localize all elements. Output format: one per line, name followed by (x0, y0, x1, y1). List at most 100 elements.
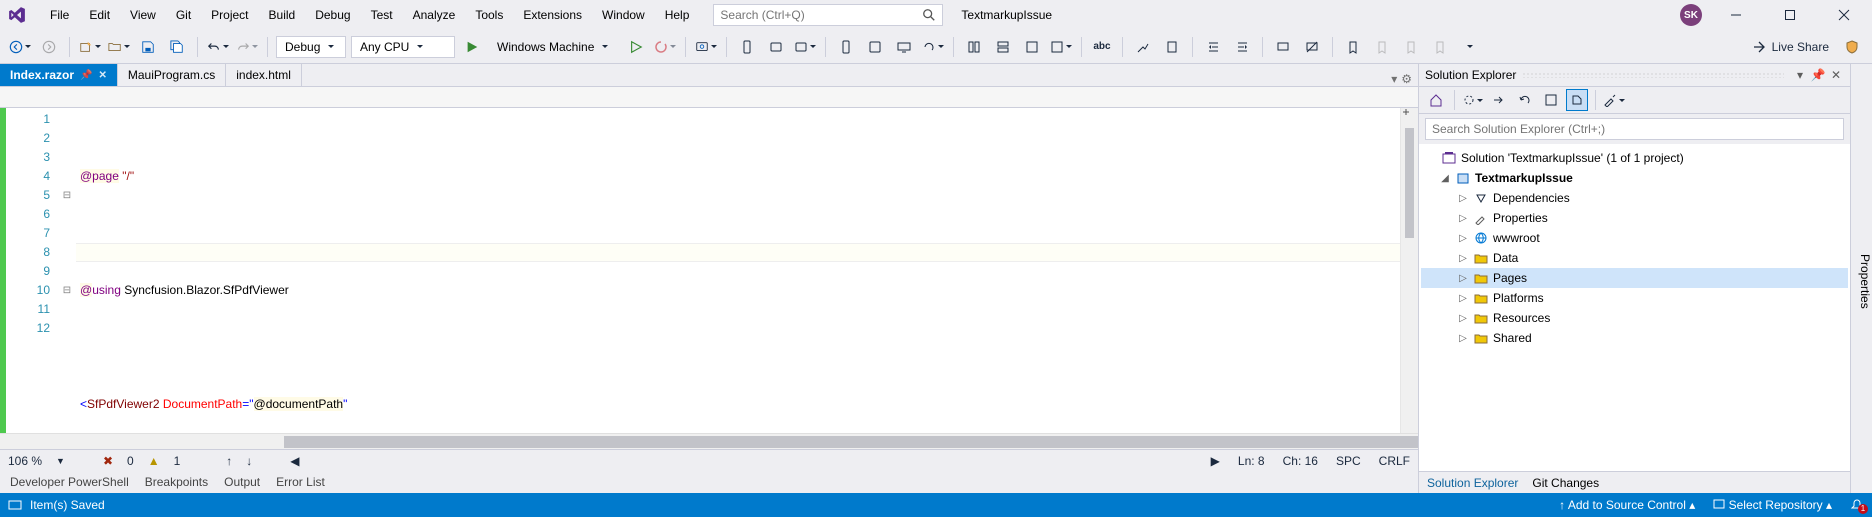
eol-indicator[interactable]: CRLF (1379, 454, 1410, 468)
tab-output[interactable]: Output (224, 475, 260, 489)
editor-nav-bar[interactable] (0, 86, 1418, 108)
search-box[interactable] (713, 4, 943, 26)
menu-project[interactable]: Project (201, 3, 258, 27)
comment-icon[interactable] (1271, 35, 1295, 59)
tablet-icon[interactable] (863, 35, 887, 59)
browser-link-button[interactable] (694, 35, 718, 59)
close-button[interactable] (1824, 1, 1864, 29)
tab-mauiprogram[interactable]: MauiProgram.cs (118, 64, 226, 86)
menu-extensions[interactable]: Extensions (513, 3, 592, 27)
config-combo[interactable]: Debug (276, 36, 346, 58)
horizontal-scrollbar[interactable] (0, 433, 1418, 449)
node-properties[interactable]: ▷Properties (1421, 208, 1848, 228)
solution-search[interactable] (1419, 114, 1850, 144)
panel-grip[interactable] (1522, 72, 1784, 78)
toolbar-overflow-icon[interactable] (1457, 35, 1481, 59)
phone-icon[interactable] (834, 35, 858, 59)
undo-button[interactable] (206, 35, 230, 59)
menu-debug[interactable]: Debug (305, 3, 360, 27)
maximize-button[interactable] (1770, 1, 1810, 29)
menu-edit[interactable]: Edit (79, 3, 120, 27)
start-debug-button[interactable] (460, 35, 484, 59)
bookmark-icon[interactable] (1341, 35, 1365, 59)
panel-pin-icon[interactable]: 📌 (1810, 68, 1826, 82)
tab-index-razor[interactable]: Index.razor📌✕ (0, 64, 118, 86)
menu-build[interactable]: Build (259, 3, 306, 27)
node-wwwroot[interactable]: ▷wwwroot (1421, 228, 1848, 248)
properties-icon[interactable] (1603, 89, 1625, 111)
debug-target-combo[interactable]: Windows Machine (489, 36, 619, 58)
nav-forward-button[interactable] (37, 35, 61, 59)
overview-ruler[interactable] (1400, 108, 1418, 433)
menu-help[interactable]: Help (655, 3, 700, 27)
save-button[interactable] (136, 35, 160, 59)
menu-file[interactable]: File (40, 3, 79, 27)
nav-down-icon[interactable]: ↓ (246, 454, 252, 468)
source-control-button[interactable]: ↑ Add to Source Control ▴ (1559, 498, 1695, 512)
panel-close-icon[interactable]: ✕ (1828, 68, 1844, 82)
switch-view-icon[interactable] (1462, 89, 1484, 111)
tab-dropdown-icon[interactable]: ▾ (1391, 72, 1397, 86)
col-indicator[interactable]: Ch: 16 (1283, 454, 1318, 468)
menu-analyze[interactable]: Analyze (403, 3, 466, 27)
device-emulator-2[interactable] (764, 35, 788, 59)
device-emulator-1[interactable] (735, 35, 759, 59)
tab-powershell[interactable]: Developer PowerShell (10, 475, 129, 489)
sync-icon[interactable] (1488, 89, 1510, 111)
bookmark-prev-icon[interactable] (1370, 35, 1394, 59)
bookmark-next-icon[interactable] (1399, 35, 1423, 59)
panel-dropdown-icon[interactable]: ▾ (1792, 68, 1808, 82)
tab-settings-icon[interactable]: ⚙ (1401, 72, 1412, 86)
menu-tools[interactable]: Tools (465, 3, 513, 27)
project-node[interactable]: ◢TextmarkupIssue (1421, 168, 1848, 188)
pin-icon[interactable]: 📌 (80, 70, 92, 81)
open-file-button[interactable] (107, 35, 131, 59)
code-editor[interactable]: 123456789101112 ⊟⊟ @page "/" @using Sync… (0, 108, 1418, 433)
menu-git[interactable]: Git (166, 3, 201, 27)
find-in-files-icon[interactable] (1131, 35, 1155, 59)
rotate-icon[interactable] (921, 35, 945, 59)
home-icon[interactable] (1425, 89, 1447, 111)
solution-search-input[interactable] (1425, 118, 1844, 140)
node-pages[interactable]: ▷Pages (1421, 268, 1848, 288)
search-input[interactable] (720, 8, 922, 22)
hot-reload-button[interactable] (653, 35, 677, 59)
outlining-margin[interactable]: ⊟⊟ (58, 108, 76, 433)
indent-more-icon[interactable] (1230, 35, 1254, 59)
show-all-files-icon[interactable] (1566, 89, 1588, 111)
device-emulator-3[interactable] (793, 35, 817, 59)
menu-view[interactable]: View (120, 3, 166, 27)
scroll-right-icon[interactable]: ▶ (1211, 454, 1220, 468)
minimize-button[interactable] (1716, 1, 1756, 29)
desktop-icon[interactable] (892, 35, 916, 59)
tab-solution-explorer[interactable]: Solution Explorer (1427, 476, 1518, 490)
doc-outline-icon[interactable] (1160, 35, 1184, 59)
account-avatar[interactable]: SK (1680, 4, 1702, 26)
tab-breakpoints[interactable]: Breakpoints (145, 475, 208, 489)
platform-combo[interactable]: Any CPU (351, 36, 455, 58)
spellcheck-icon[interactable]: abc (1090, 35, 1114, 59)
redo-button[interactable] (235, 35, 259, 59)
tab-git-changes[interactable]: Git Changes (1532, 476, 1599, 490)
new-project-button[interactable] (78, 35, 102, 59)
filter-icon[interactable] (1540, 89, 1562, 111)
menu-test[interactable]: Test (361, 3, 403, 27)
close-tab-icon[interactable]: ✕ (98, 70, 106, 81)
warning-icon[interactable]: ▲ (148, 454, 160, 468)
layout-icon-4[interactable] (1049, 35, 1073, 59)
space-indicator[interactable]: SPC (1336, 454, 1361, 468)
node-resources[interactable]: ▷Resources (1421, 308, 1848, 328)
start-without-debug-button[interactable] (624, 35, 648, 59)
layout-icon-1[interactable] (962, 35, 986, 59)
nav-up-icon[interactable]: ↑ (226, 454, 232, 468)
uncomment-icon[interactable] (1300, 35, 1324, 59)
node-data[interactable]: ▷Data (1421, 248, 1848, 268)
live-share-button[interactable]: Live Share (1746, 40, 1835, 54)
scroll-left-icon[interactable]: ◀ (290, 454, 299, 468)
save-all-button[interactable] (165, 35, 189, 59)
solution-root[interactable]: Solution 'TextmarkupIssue' (1 of 1 proje… (1421, 148, 1848, 168)
solution-tree[interactable]: Solution 'TextmarkupIssue' (1 of 1 proje… (1419, 144, 1850, 471)
bookmark-clear-icon[interactable] (1428, 35, 1452, 59)
menu-window[interactable]: Window (592, 3, 655, 27)
notifications-button[interactable]: 1 (1850, 498, 1864, 512)
